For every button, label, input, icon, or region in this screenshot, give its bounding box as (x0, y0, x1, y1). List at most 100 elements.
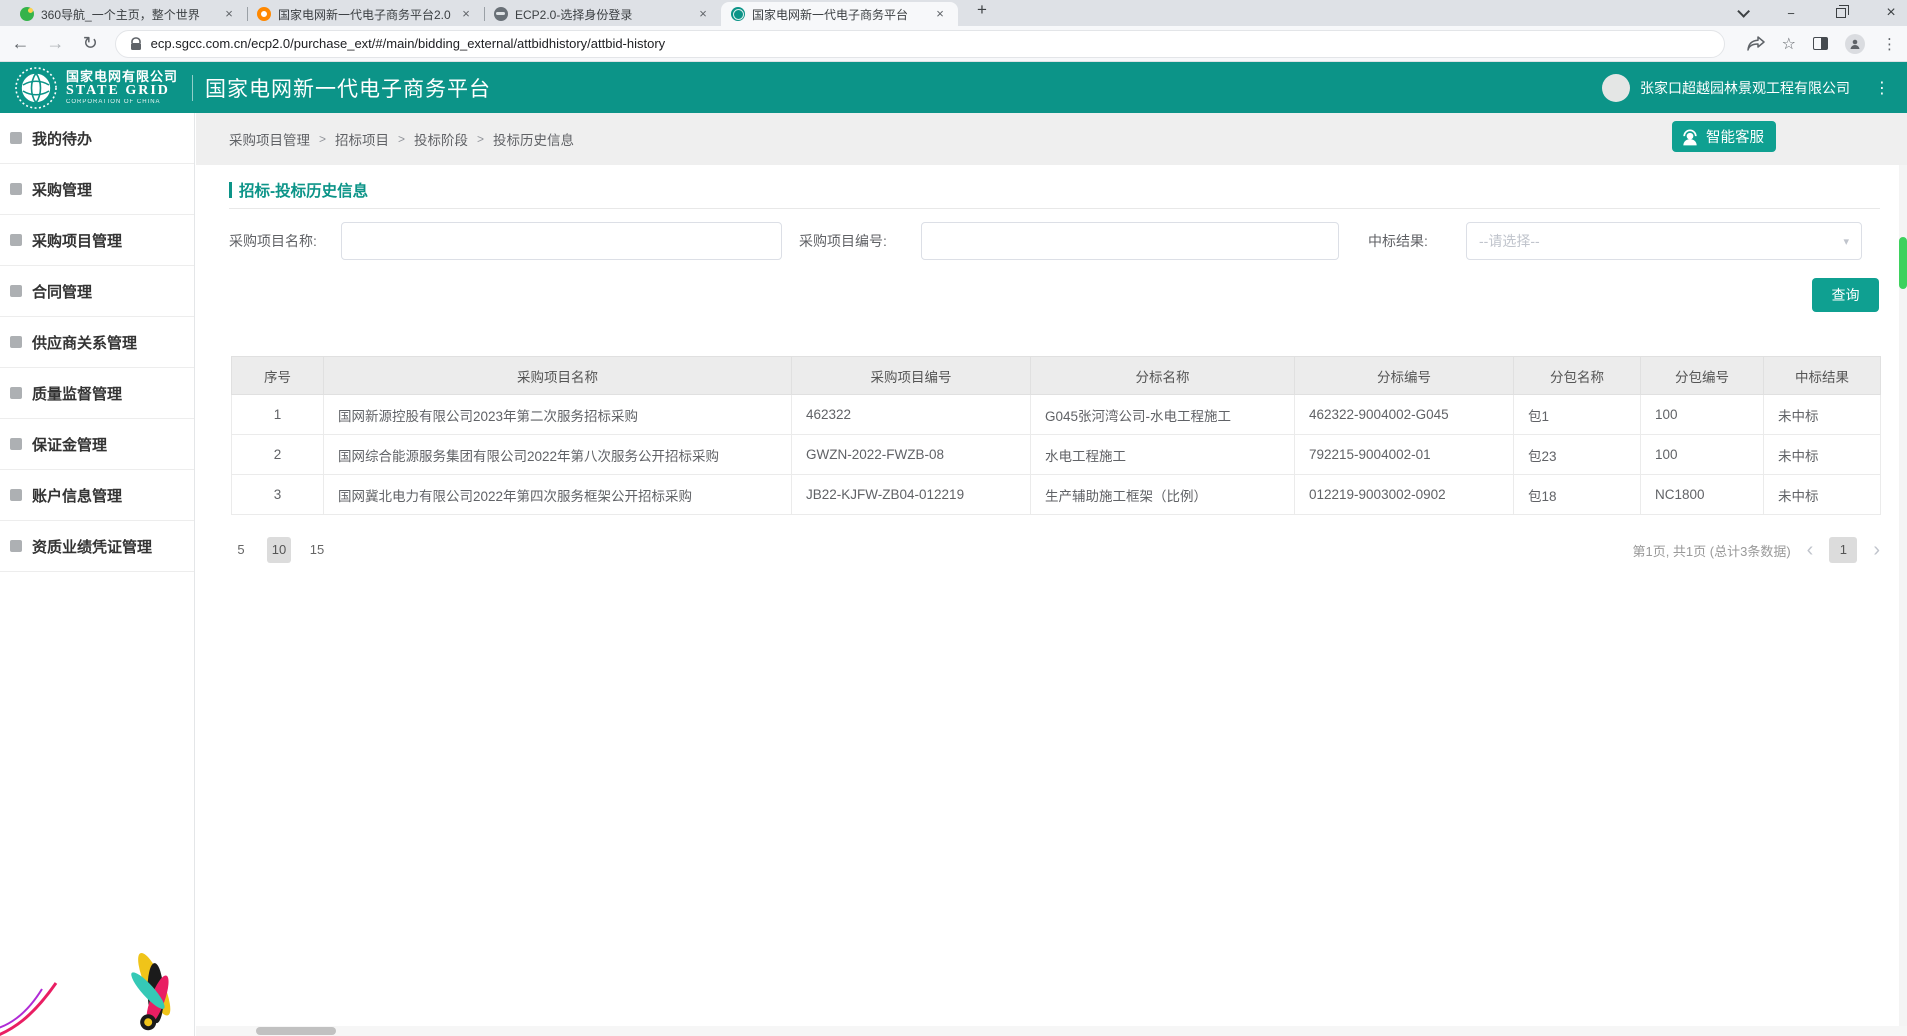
project-code-input[interactable] (921, 222, 1339, 260)
page-size-15[interactable]: 15 (305, 537, 329, 563)
current-page-button[interactable]: 1 (1829, 537, 1857, 563)
breadcrumb-item[interactable]: 采购项目管理 (229, 129, 310, 149)
bid-result-select[interactable]: --请选择-- ▾ (1466, 222, 1862, 260)
bid-result-label: 中标结果: (1368, 231, 1428, 251)
col-project-name: 采购项目名称 (324, 357, 792, 395)
window-chevron-down-icon[interactable] (1731, 6, 1751, 21)
cell-lot-name: 生产辅助施工框架（比例） (1031, 475, 1295, 515)
sidebar-item-contract-mgmt[interactable]: 合同管理 (0, 266, 194, 317)
sidebar-item-procurement-mgmt[interactable]: 采购管理 (0, 164, 194, 215)
breadcrumb-separator: > (398, 132, 405, 146)
window-controls: − × (1731, 0, 1901, 26)
col-lot-code: 分标编号 (1295, 357, 1514, 395)
tab-favicon-orange-icon (257, 7, 271, 21)
menu-bullet-icon (10, 234, 22, 246)
tab-ecp-login[interactable]: ECP2.0-选择身份登录 × (484, 2, 721, 26)
lock-icon (130, 37, 142, 51)
sidebar-item-procurement-project-mgmt[interactable]: 采购项目管理 (0, 215, 194, 266)
breadcrumb-separator: > (477, 132, 484, 146)
tab-close-icon[interactable]: × (221, 6, 237, 22)
tab-360-home[interactable]: 360导航_一个主页，整个世界 × (10, 2, 247, 26)
col-lot-name: 分标名称 (1031, 357, 1295, 395)
logo-company-cn: 国家电网有限公司 (66, 70, 178, 84)
page-size-5[interactable]: 5 (229, 537, 253, 563)
sidebar-item-qualification-credential-mgmt[interactable]: 资质业绩凭证管理 (0, 521, 194, 572)
query-button[interactable]: 查询 (1812, 278, 1879, 312)
app-header: 国家电网有限公司 STATE GRID CORPORATION OF CHINA… (0, 62, 1907, 113)
browser-tab-bar: 360导航_一个主页，整个世界 × 国家电网新一代电子商务平台2.0 × ECP… (0, 0, 1907, 26)
decorative-curve (0, 981, 58, 1036)
browser-menu-icon[interactable]: ⋮ (1882, 35, 1897, 53)
tab-close-icon[interactable]: × (695, 6, 711, 22)
header-menu-dots-icon[interactable]: ⋮ (1874, 78, 1891, 98)
platform-title: 国家电网新一代电子商务平台 (205, 73, 491, 103)
tab-favicon-globe-icon (494, 7, 508, 21)
cell-package-name: 包1 (1514, 395, 1641, 435)
menu-bullet-icon (10, 540, 22, 552)
page-size-10-selected[interactable]: 10 (267, 537, 291, 563)
sidebar-item-quality-supervision-mgmt[interactable]: 质量监督管理 (0, 368, 194, 419)
menu-bullet-icon (10, 132, 22, 144)
cell-project-name: 国网综合能源服务集团有限公司2022年第八次服务公开招标采购 (324, 435, 792, 475)
header-user-area: 张家口超越园林景观工程有限公司 ⋮ (1602, 74, 1891, 102)
user-company-name: 张家口超越园林景观工程有限公司 (1640, 78, 1850, 98)
menu-bullet-icon (10, 387, 22, 399)
menu-bullet-icon (10, 336, 22, 348)
tab-ecp-platform-20[interactable]: 国家电网新一代电子商务平台2.0 × (247, 2, 484, 26)
cell-lot-name: G045张河湾公司-水电工程施工 (1031, 395, 1295, 435)
bookmark-star-icon[interactable]: ☆ (1782, 34, 1796, 54)
bid-history-table: 序号 采购项目名称 采购项目编号 分标名称 分标编号 分包名称 分包编号 中标结… (231, 356, 1881, 515)
side-panel-icon[interactable] (1813, 37, 1828, 50)
user-avatar[interactable] (1602, 74, 1630, 102)
prev-page-icon[interactable]: ‹ (1807, 537, 1814, 563)
forward-icon[interactable]: → (45, 33, 66, 54)
project-name-label: 采购项目名称: (229, 231, 317, 251)
cell-bid-result: 未中标 (1764, 435, 1881, 475)
breadcrumb-item[interactable]: 招标项目 (335, 129, 389, 149)
menu-bullet-icon (10, 489, 22, 501)
breadcrumb-item[interactable]: 投标阶段 (414, 129, 468, 149)
tab-favicon-360-icon (20, 7, 34, 21)
screen: 360导航_一个主页，整个世界 × 国家电网新一代电子商务平台2.0 × ECP… (0, 0, 1907, 1036)
sidebar-item-account-info-mgmt[interactable]: 账户信息管理 (0, 470, 194, 521)
toolbar-right-icons: ☆ ⋮ (1747, 34, 1897, 54)
sidebar-item-deposit-mgmt[interactable]: 保证金管理 (0, 419, 194, 470)
reload-icon[interactable]: ↻ (80, 33, 101, 54)
url-text: ecp.sgcc.com.cn/ecp2.0/purchase_ext/#/ma… (151, 36, 666, 51)
col-bid-result: 中标结果 (1764, 357, 1881, 395)
cell-bid-result: 未中标 (1764, 395, 1881, 435)
tab-ecp-platform-active[interactable]: 国家电网新一代电子商务平台 × (721, 2, 958, 26)
cell-project-code: JB22-KJFW-ZB04-012219 (792, 475, 1031, 515)
tab-title: ECP2.0-选择身份登录 (515, 6, 688, 23)
share-icon[interactable] (1747, 36, 1765, 52)
breadcrumb-item[interactable]: 投标历史信息 (493, 129, 574, 149)
sidebar-nav: 我的待办 采购管理 采购项目管理 合同管理 供应商关系管理 质量监督管理 保证金… (0, 113, 195, 1036)
profile-avatar-icon[interactable] (1845, 34, 1865, 54)
logo-company-sub: CORPORATION OF CHINA (66, 99, 178, 105)
next-page-icon[interactable]: › (1873, 537, 1880, 563)
table-header-row: 序号 采购项目名称 采购项目编号 分标名称 分标编号 分包名称 分包编号 中标结… (232, 357, 1881, 395)
tab-close-icon[interactable]: × (932, 6, 948, 22)
window-restore-button[interactable] (1831, 6, 1851, 21)
window-minimize-button[interactable]: − (1781, 6, 1801, 21)
back-icon[interactable]: ← (10, 33, 31, 54)
sidebar-item-supplier-relation-mgmt[interactable]: 供应商关系管理 (0, 317, 194, 368)
new-tab-button[interactable]: + (970, 0, 994, 23)
cell-project-code: GWZN-2022-FWZB-08 (792, 435, 1031, 475)
smart-service-button[interactable]: 智能客服 (1672, 121, 1776, 152)
sidebar-item-todo[interactable]: 我的待办 (0, 113, 194, 164)
project-name-input[interactable] (341, 222, 782, 260)
menu-bullet-icon (10, 183, 22, 195)
horizontal-scrollbar-thumb[interactable] (256, 1027, 336, 1035)
section-title: 招标-投标历史信息 (229, 179, 368, 201)
window-close-button[interactable]: × (1881, 4, 1901, 22)
cell-package-code: 100 (1641, 395, 1764, 435)
vertical-scrollbar-thumb[interactable] (1899, 237, 1907, 289)
pagination-summary: 第1页, 共1页 (总计3条数据) (1632, 541, 1790, 560)
decorative-graphic (88, 938, 192, 1036)
table-row: 3 国网冀北电力有限公司2022年第四次服务框架公开招标采购 JB22-KJFW… (232, 475, 1881, 515)
tab-close-icon[interactable]: × (458, 6, 474, 22)
cell-bid-result: 未中标 (1764, 475, 1881, 515)
section-title-bar (229, 182, 232, 198)
address-bar[interactable]: ecp.sgcc.com.cn/ecp2.0/purchase_ext/#/ma… (115, 30, 1725, 58)
